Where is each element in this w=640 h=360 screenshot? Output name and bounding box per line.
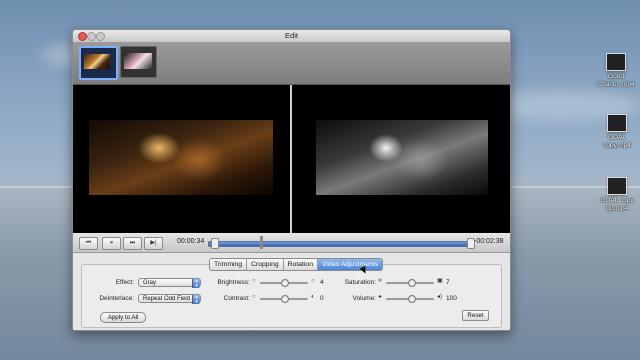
tab-cropping[interactable]: Cropping — [247, 259, 284, 270]
playback-controls: ⏮ ⏸ ⏭ ▶| 00:00:34 -00:02:38 — [73, 234, 510, 253]
desktop-file-goal-copy-1[interactable]: GOAL copy (1).mp4 — [597, 177, 637, 212]
fast-forward-button[interactable]: ⏭ — [123, 237, 142, 250]
reset-button[interactable]: Reset — [462, 310, 489, 321]
desktop-file-good-charlo[interactable]: Good Charlo...mp4 — [596, 53, 636, 88]
volume-value: 100 — [446, 295, 457, 302]
playhead-handle[interactable] — [260, 236, 264, 249]
desktop-file-label: Good Charlo...mp4 — [597, 73, 635, 88]
original-video-preview — [89, 120, 273, 195]
saturation-value: 7 — [446, 279, 450, 286]
tab-trimming[interactable]: Trimming — [210, 259, 248, 270]
tab-video-adjustments[interactable]: Video Adjustments — [318, 259, 383, 270]
select-arrows-icon: ▴ ▾ — [192, 279, 200, 288]
contrast-low-icon: ○ — [252, 294, 256, 300]
video-file-icon — [607, 114, 627, 132]
clip-thumbnail-image — [124, 53, 152, 69]
brightness-slider[interactable] — [260, 279, 308, 287]
select-arrows-icon: ▴ ▾ — [192, 295, 200, 304]
volume-high-icon: ◂) — [437, 294, 443, 300]
window-title: Edit — [285, 31, 298, 40]
desktop-file-label: GOAL copy.mp4 — [603, 134, 631, 149]
adjustment-panel: Effect: Gray ▴ ▾ Deinterlace: Repeat Odd … — [73, 253, 510, 330]
contrast-value: 0 — [320, 295, 324, 302]
contrast-label: Contrast: — [223, 295, 250, 302]
video-file-icon — [606, 53, 626, 71]
next-frame-button[interactable]: ▶| — [144, 237, 163, 250]
effect-label: Effect: — [115, 279, 134, 286]
volume-label: Volume: — [352, 295, 377, 302]
clip-thumbnail-image — [84, 54, 110, 69]
brightness-high-icon: ○ — [311, 278, 315, 284]
remaining-time: -00:02:38 — [474, 238, 504, 245]
current-time: 00:00:34 — [177, 238, 205, 245]
trim-start-handle[interactable] — [211, 238, 219, 249]
saturation-slider-knob[interactable] — [408, 279, 416, 287]
effect-select[interactable]: Gray ▴ ▾ — [138, 278, 201, 288]
clip-thumbnail-strip — [73, 43, 510, 85]
desktop-file-goal-copy[interactable]: GOAL copy.mp4 — [597, 114, 637, 149]
desktop-file-label: GOAL copy (1).mp4 — [600, 197, 634, 212]
apply-to-all-button[interactable]: Apply to All — [100, 312, 146, 323]
title-bar[interactable]: Edit — [73, 30, 510, 43]
preview-divider — [290, 85, 292, 233]
timeline-track[interactable] — [208, 241, 472, 247]
brightness-value: 4 — [320, 279, 324, 286]
output-video-preview — [316, 120, 488, 195]
brightness-label: Brightness: — [217, 279, 250, 286]
clip-thumbnail[interactable] — [120, 46, 157, 78]
brightness-slider-knob[interactable] — [281, 279, 289, 287]
deinterlace-select-value: Repeat Odd Field — [143, 296, 191, 302]
clip-thumbnail-selected[interactable] — [79, 46, 118, 80]
saturation-label: Saturation: — [344, 279, 376, 286]
saturation-high-icon: ▣ — [437, 278, 443, 284]
contrast-high-icon: ◐ — [311, 294, 315, 300]
saturation-slider[interactable] — [386, 279, 434, 287]
deinterlace-select[interactable]: Repeat Odd Field ▴ ▾ — [138, 294, 201, 304]
preview-area — [73, 85, 510, 233]
contrast-slider[interactable] — [260, 295, 308, 303]
tab-rotation[interactable]: Rotation — [283, 259, 318, 270]
deinterlace-label: Deinterlace: — [99, 295, 134, 302]
brightness-low-icon: ○ — [252, 278, 256, 284]
pause-button[interactable]: ⏸ — [102, 237, 121, 250]
edit-window: Edit ⏮ ⏸ ⏭ ▶| 00:00:34 -00:02:38 Effect:… — [72, 29, 511, 331]
volume-slider[interactable] — [386, 295, 434, 303]
contrast-slider-knob[interactable] — [281, 295, 289, 303]
video-file-icon — [607, 177, 627, 195]
previous-frame-button[interactable]: ⏮ — [79, 237, 98, 250]
tab-bar: Trimming Cropping Rotation Video Adjustm… — [209, 258, 384, 271]
video-adjustments-group: Effect: Gray ▴ ▾ Deinterlace: Repeat Odd … — [81, 264, 502, 328]
volume-slider-knob[interactable] — [408, 295, 416, 303]
volume-low-icon: ◂ — [378, 294, 382, 300]
effect-select-value: Gray — [143, 280, 157, 286]
saturation-low-icon: ■ — [378, 278, 382, 284]
